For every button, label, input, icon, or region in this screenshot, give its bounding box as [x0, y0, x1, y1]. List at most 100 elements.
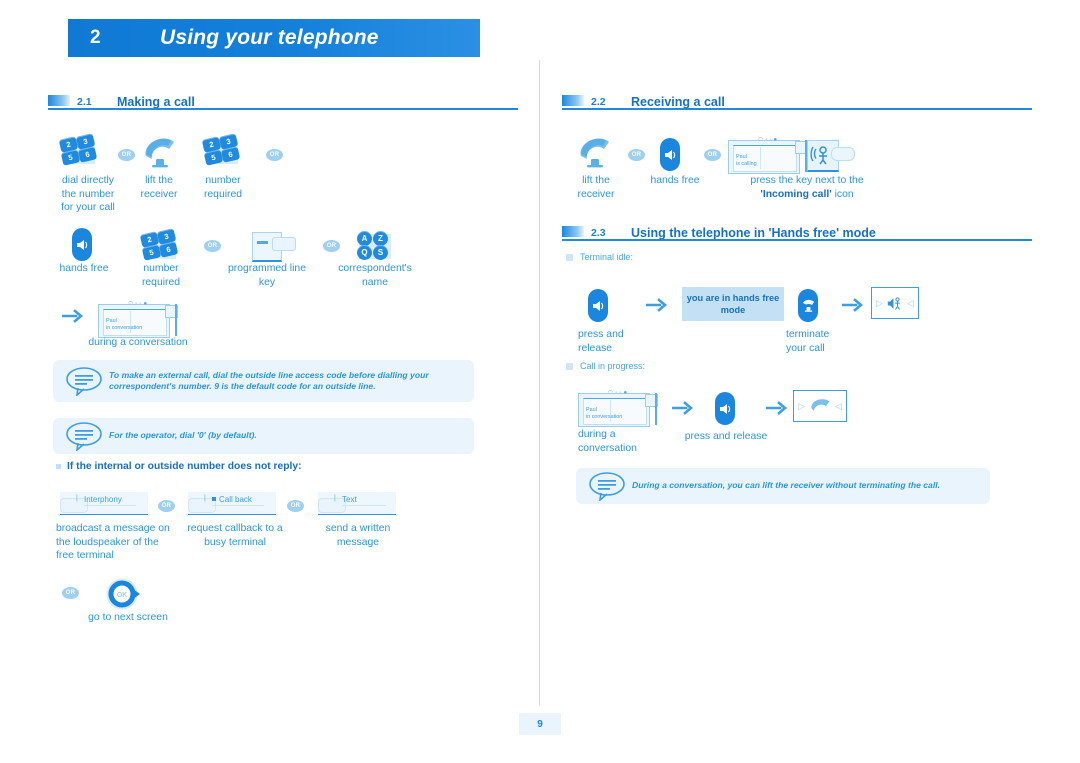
left-marker: ▷ [798, 400, 805, 411]
bullet-square [566, 253, 573, 261]
speech-bubble-icon [65, 421, 103, 452]
section-number: 2.3 [591, 227, 606, 239]
section-header-2-1: 2.1 Making a call [48, 89, 195, 109]
or-badge: OR [118, 149, 135, 161]
screen-status-dots: ◠◦◦● [128, 301, 150, 307]
section-header-2-3: 2.3 Using the telephone in 'Hands free' … [562, 220, 876, 240]
terminate-call-key-icon [798, 289, 818, 322]
bullet-label: Call in progress: [580, 361, 646, 371]
softkey-label: Call back [219, 494, 252, 504]
note-text: To make an external call, dial the outsi… [109, 369, 429, 392]
chapter-title: Using your telephone [160, 26, 379, 49]
section-rule [562, 108, 1032, 110]
highlight-hands-free-mode: you are in hands free mode [682, 287, 784, 321]
or-badge: OR [704, 149, 721, 161]
caption-hands-free-2: hands free [650, 175, 700, 186]
or-badge: OR [628, 149, 645, 161]
keypad-icon-dial: 2 3 5 6 [58, 133, 98, 167]
caption-incoming-call-bold: 'Incoming call' [760, 188, 832, 200]
chapter-header: 2 Using your telephone [68, 19, 480, 57]
speech-bubble-icon [65, 366, 103, 397]
arrow-icon [645, 297, 668, 313]
caption-programmed-line-key: programmed line key [228, 263, 306, 288]
section-swatch [48, 95, 70, 106]
caption-press-release: press and release [578, 329, 624, 354]
arrow-icon [841, 297, 864, 313]
caption-during-conversation-2: during a conversation [578, 429, 637, 454]
alpha-key: A [357, 231, 372, 246]
or-badge: OR [266, 149, 283, 161]
caption-press-key-incoming: press the key next to the 'Incoming call… [712, 174, 902, 201]
softkey-text[interactable]: | Text [318, 492, 396, 516]
alpha-key: Z [373, 231, 388, 246]
navigator-wheel-icon: OK [106, 578, 140, 610]
screen-status-line: in conversation [586, 414, 623, 420]
hands-free-key-icon-2 [660, 138, 680, 171]
note-text: For the operator, dial '0' (by default). [109, 430, 257, 441]
speech-bubble-icon [588, 471, 626, 502]
right-marker: ◁ [835, 400, 842, 411]
bullet-square [566, 362, 573, 370]
section-header-2-2: 2.2 Receiving a call [562, 89, 725, 109]
left-marker: ▷ [876, 297, 883, 308]
screen-name-line: Paul [736, 154, 747, 160]
handset-icon-lift-2 [575, 133, 615, 176]
bullet-terminal-idle: Terminal idle: [566, 252, 633, 262]
subheading-text: If the internal or outside number does n… [67, 461, 302, 472]
display-handset-indicator: ▷ ◁ [793, 390, 847, 422]
keypad-icon-number-2: 2 3 5 6 [139, 228, 179, 262]
caption-interphony: broadcast a message on the loudspeaker o… [56, 523, 170, 561]
chapter-number: 2 [90, 27, 101, 48]
screen-name-line: Paul [586, 407, 597, 413]
manual-page: 2 Using your telephone 9 2.1 Making a ca… [0, 0, 1080, 763]
section-rule [48, 108, 518, 110]
screen-status-line: in conversation [106, 325, 143, 331]
screen-status-dots: ◠◦◦● [608, 390, 630, 396]
softkey-interphony[interactable]: | Interphony [60, 492, 148, 516]
section-title: Receiving a call [631, 95, 725, 109]
caption-terminate-call: terminate your call [786, 329, 830, 354]
note-lift-receiver: During a conversation, you can lift the … [576, 468, 990, 504]
svg-text:OK: OK [117, 592, 128, 599]
section-rule [562, 239, 1032, 241]
phone-screen-incoming: ◠◦◦● Paul is calling [728, 134, 808, 174]
column-divider [539, 60, 541, 705]
or-badge: OR [287, 500, 304, 512]
hands-free-key-icon [72, 228, 92, 261]
screen-status-dots: ◠◦◦● [758, 137, 780, 143]
caption-call-back: request callback to a busy terminal [187, 523, 283, 548]
softkey-label: Interphony [84, 494, 122, 504]
arrow-icon [671, 400, 694, 416]
caption-line-plain: press the key next to the [750, 175, 864, 186]
caption-next-screen: go to next screen [88, 612, 168, 623]
alpha-key: S [373, 245, 388, 260]
screen-name-line: Paul [106, 318, 117, 324]
section-swatch [562, 95, 584, 106]
phone-screen-conversation: ◠◦◦● Paul in conversation [98, 298, 178, 338]
caption-icon-tail: icon [831, 188, 854, 200]
or-badge: OR [204, 240, 221, 252]
incoming-call-icon [807, 138, 855, 172]
display-hands-free-indicator: ▷ ◁ [871, 287, 919, 319]
caption-dial-directly: dial directly the number for your call [61, 175, 115, 213]
caption-lift-receiver-2: lift the receiver [577, 175, 615, 200]
section-title: Making a call [117, 95, 195, 109]
caption-number-required: number required [203, 175, 243, 200]
note-operator: For the operator, dial '0' (by default). [53, 418, 474, 454]
subheading-no-reply: If the internal or outside number does n… [56, 461, 302, 472]
note-external-call: To make an external call, dial the outsi… [53, 360, 474, 402]
hands-free-key-icon-3 [588, 289, 608, 322]
or-badge: OR [158, 500, 175, 512]
caption-correspondent-name: correspondent's name [338, 263, 412, 288]
section-number: 2.1 [77, 96, 92, 108]
or-badge: OR [62, 587, 79, 599]
caption-press-and-release: press and release [684, 431, 768, 442]
alpha-key: Q [357, 245, 372, 260]
softkey-call-back[interactable]: | Call back [188, 492, 276, 516]
programmed-line-key-icon [252, 228, 296, 262]
hands-free-key-icon-4 [715, 392, 735, 425]
section-number: 2.2 [591, 96, 606, 108]
section-title: Using the telephone in 'Hands free' mode [631, 226, 876, 240]
bullet-call-in-progress: Call in progress: [566, 361, 645, 371]
note-text: During a conversation, you can lift the … [632, 480, 941, 491]
